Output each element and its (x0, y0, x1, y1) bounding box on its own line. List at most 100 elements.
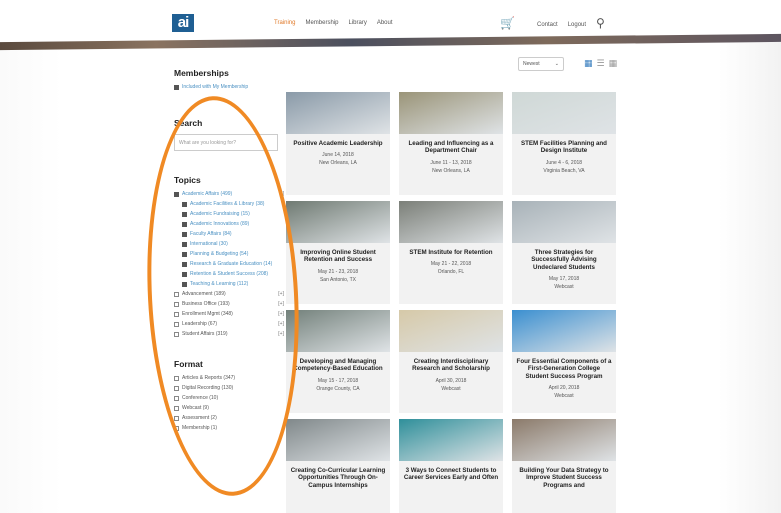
event-card[interactable]: Leading and Influencing as a Department … (399, 92, 503, 195)
expand-toggle[interactable]: [+] (278, 301, 284, 307)
event-thumbnail[interactable] (286, 201, 390, 243)
logo[interactable]: ai (172, 14, 194, 32)
topic-item[interactable]: Leadership (67) [+] (174, 321, 284, 327)
event-thumbnail[interactable] (399, 92, 503, 134)
cart-icon[interactable]: 🛒 (500, 16, 515, 30)
event-title[interactable]: Creating Interdisciplinary Research and … (399, 352, 503, 373)
event-thumbnail[interactable] (512, 201, 616, 243)
event-title[interactable]: Developing and Managing Competency-Based… (286, 352, 390, 373)
format-item[interactable]: Articles & Reports (347) (174, 375, 284, 381)
event-title[interactable]: Leading and Influencing as a Department … (399, 134, 503, 155)
event-thumbnail[interactable] (399, 419, 503, 461)
checkbox[interactable] (182, 251, 187, 257)
checkbox[interactable] (182, 241, 187, 247)
event-title[interactable]: Four Essential Components of a First-Gen… (512, 352, 616, 380)
event-card[interactable]: Positive Academic Leadership June 14, 201… (286, 92, 390, 195)
expand-toggle[interactable]: [+] (278, 291, 284, 297)
list-view-icon[interactable]: ☰ (597, 58, 605, 69)
calendar-view-icon[interactable]: ▦ (609, 58, 618, 69)
checkbox[interactable] (174, 405, 179, 411)
checkbox[interactable] (182, 271, 187, 277)
topic-item[interactable]: Advancement (189) [+] (174, 291, 284, 297)
topic-item[interactable]: Academic Facilities & Library (38) (182, 201, 284, 207)
grid-view-icon[interactable]: ▦ (584, 58, 593, 69)
event-thumbnail[interactable] (399, 310, 503, 352)
event-title[interactable]: Improving Online Student Retention and S… (286, 243, 390, 264)
checkbox[interactable] (174, 395, 179, 401)
checkbox[interactable] (174, 291, 179, 297)
event-thumbnail[interactable] (512, 419, 616, 461)
topic-item[interactable]: Academic Innovations (89) (182, 221, 284, 227)
checkbox[interactable] (174, 191, 179, 197)
checkbox[interactable] (182, 261, 187, 267)
format-item[interactable]: Digital Recording (130) (174, 385, 284, 391)
checkbox[interactable] (174, 425, 179, 431)
event-title[interactable]: STEM Facilities Planning and Design Inst… (512, 134, 616, 155)
checkbox[interactable] (182, 221, 187, 227)
checkbox[interactable] (174, 311, 179, 317)
event-card[interactable]: STEM Facilities Planning and Design Inst… (512, 92, 616, 195)
event-thumbnail[interactable] (286, 92, 390, 134)
event-card[interactable]: Building Your Data Strategy to Improve S… (512, 419, 616, 513)
checkbox[interactable] (174, 321, 179, 327)
checkbox[interactable] (174, 385, 179, 391)
membership-item[interactable]: Included with My Membership (174, 84, 284, 90)
event-thumbnail[interactable] (512, 92, 616, 134)
event-thumbnail[interactable] (399, 201, 503, 243)
checkbox[interactable] (174, 331, 179, 337)
checkbox[interactable] (182, 281, 187, 287)
format-item[interactable]: Membership (1) (174, 425, 284, 431)
checkbox[interactable] (174, 301, 179, 307)
nav-item-training[interactable]: Training (274, 20, 295, 26)
event-thumbnail[interactable] (286, 310, 390, 352)
checkbox[interactable] (174, 415, 179, 421)
event-card[interactable]: Improving Online Student Retention and S… (286, 201, 390, 304)
checkbox[interactable] (182, 231, 187, 237)
nav-item-membership[interactable]: Membership (305, 20, 338, 26)
event-card[interactable]: Creating Interdisciplinary Research and … (399, 310, 503, 413)
event-title[interactable]: STEM Institute for Retention (405, 243, 496, 256)
format-item[interactable]: Assessment (2) (174, 415, 284, 421)
format-item[interactable]: Webcast (9) (174, 405, 284, 411)
topic-item[interactable]: International (30) (182, 241, 284, 247)
checkbox[interactable] (182, 211, 187, 217)
expand-toggle[interactable]: [+] (278, 331, 284, 337)
topic-item[interactable]: Business Office (193) [+] (174, 301, 284, 307)
topic-item[interactable]: Academic Affairs (499) [-] (174, 191, 284, 197)
topic-item[interactable]: Student Affairs (319) [+] (174, 331, 284, 337)
topic-item[interactable]: Planning & Budgeting (54) (182, 251, 284, 257)
expand-toggle[interactable]: [+] (278, 321, 284, 327)
search-icon[interactable]: ⚲ (596, 16, 605, 30)
topic-item[interactable]: Faculty Affairs (84) (182, 231, 284, 237)
checkbox[interactable] (182, 201, 187, 207)
topic-item[interactable]: Academic Fundraising (15) (182, 211, 284, 217)
checkbox[interactable] (174, 84, 179, 90)
topic-item[interactable]: Enrollment Mgmt (348) [+] (174, 311, 284, 317)
checkbox[interactable] (174, 375, 179, 381)
event-thumbnail[interactable] (286, 419, 390, 461)
event-thumbnail[interactable] (512, 310, 616, 352)
event-card[interactable]: Four Essential Components of a First-Gen… (512, 310, 616, 413)
topic-item[interactable]: Retention & Student Success (208) (182, 271, 284, 277)
event-title[interactable]: Positive Academic Leadership (289, 134, 386, 147)
event-card[interactable]: Three Strategies for Successfully Advisi… (512, 201, 616, 304)
nav-item-library[interactable]: Library (348, 20, 366, 26)
event-card[interactable]: Creating Co-Curricular Learning Opportun… (286, 419, 390, 513)
nav-item-about[interactable]: About (377, 20, 393, 26)
expand-toggle[interactable]: [+] (278, 311, 284, 317)
event-title[interactable]: Creating Co-Curricular Learning Opportun… (286, 461, 390, 489)
event-title[interactable]: Three Strategies for Successfully Advisi… (512, 243, 616, 271)
event-card[interactable]: Developing and Managing Competency-Based… (286, 310, 390, 413)
link-logout[interactable]: Logout (568, 22, 586, 28)
event-card[interactable]: STEM Institute for Retention May 21 - 22,… (399, 201, 503, 304)
event-title[interactable]: 3 Ways to Connect Students to Career Ser… (399, 461, 503, 482)
search-input[interactable]: What are you looking for? (174, 134, 278, 151)
link-contact[interactable]: Contact (537, 22, 558, 28)
topic-item[interactable]: Research & Graduate Education (14) (182, 261, 284, 267)
sort-select[interactable]: Newest ⌄ (518, 57, 564, 71)
event-title[interactable]: Building Your Data Strategy to Improve S… (512, 461, 616, 489)
topic-item[interactable]: Teaching & Learning (112) (182, 281, 284, 287)
expand-toggle[interactable]: [-] (280, 191, 284, 197)
event-card[interactable]: 3 Ways to Connect Students to Career Ser… (399, 419, 503, 513)
format-item[interactable]: Conference (10) (174, 395, 284, 401)
